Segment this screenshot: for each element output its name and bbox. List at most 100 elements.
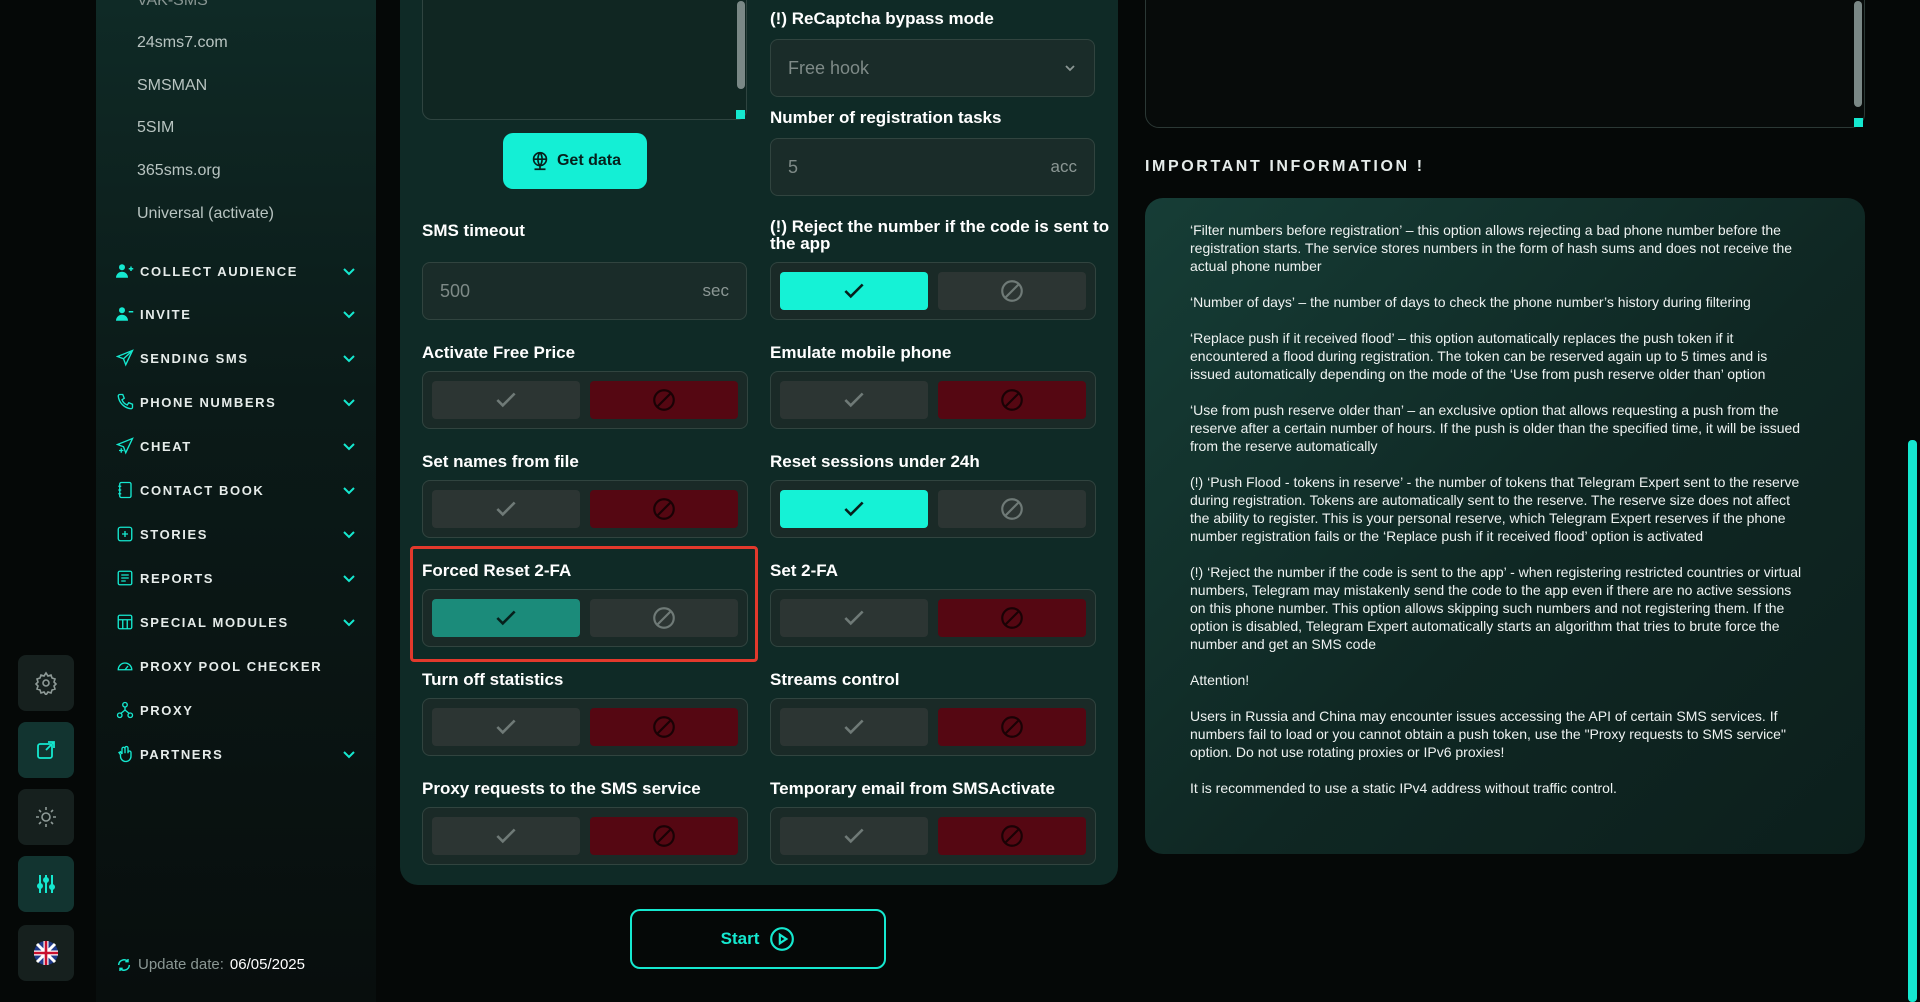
textarea-scrollbar[interactable] — [737, 1, 745, 89]
check-icon — [496, 392, 516, 408]
toggle-yes-button[interactable] — [780, 599, 928, 637]
toggle-yes-button[interactable] — [780, 817, 928, 855]
info-paragraph: ‘Number of days’ – the number of days to… — [1190, 293, 1843, 311]
sidebar-item-special-modules[interactable]: SPECIAL MODULES — [116, 610, 356, 634]
sidebar-item-proxy[interactable]: PROXY — [116, 698, 356, 722]
toggle-yes-button[interactable] — [780, 381, 928, 419]
info-line: ‘Number of days’ – the number of days to… — [1190, 294, 1751, 310]
sidebar-item-label: SPECIAL MODULES — [140, 614, 289, 630]
sidebar-subitem[interactable]: 24sms7.com — [137, 34, 228, 52]
theme-toggle-button[interactable] — [18, 789, 74, 845]
external-link-icon — [37, 741, 55, 759]
important-info-box: ‘Filter numbers before registration’ – t… — [1145, 198, 1865, 854]
recaptcha-select[interactable]: Free hook — [770, 39, 1095, 97]
sidebar-item-sending-sms[interactable]: SENDING SMS — [116, 346, 356, 370]
reject-number-toggle — [770, 262, 1096, 320]
sms-timeout-label: SMS timeout — [422, 221, 525, 240]
toggle-yes-button[interactable] — [780, 708, 928, 746]
get-data-button[interactable]: Get data — [503, 133, 647, 189]
sidebar-item-phone-numbers[interactable]: PHONE NUMBERS — [116, 390, 356, 414]
toggle-switch — [770, 371, 1096, 429]
sidebar-subitem[interactable]: 5SIM — [137, 119, 174, 137]
sms-timeout-input[interactable]: 500 sec — [422, 262, 747, 320]
sidebar-item-reports[interactable]: REPORTS — [116, 566, 356, 590]
chevron-down-icon — [343, 575, 355, 583]
refresh-icon — [117, 958, 131, 971]
info-line: Attention! — [1190, 672, 1250, 688]
toggle-switch — [770, 480, 1096, 538]
ban-icon — [653, 389, 675, 411]
info-paragraph: ‘Use from push reserve older than’ – an … — [1190, 401, 1843, 455]
sidebar-item-proxy-pool-checker[interactable]: PROXY POOL CHECKER — [116, 654, 356, 678]
toggle-label: Temporary email from SMSActivate — [770, 779, 1055, 798]
reject-number-label: (!) Reject the number if the code is sen… — [770, 218, 1110, 252]
reg-tasks-input[interactable]: 5 acc — [770, 138, 1095, 196]
sidebar-item-collect-audience[interactable]: COLLECT AUDIENCE — [116, 259, 356, 283]
sidebar-item-invite[interactable]: INVITE — [116, 302, 356, 326]
settings-button[interactable] — [18, 655, 74, 711]
book-icon — [118, 481, 132, 499]
chevron-down-icon — [343, 487, 355, 495]
toggle-no-button[interactable] — [938, 381, 1086, 419]
chevron-down-icon — [343, 399, 355, 407]
info-line: It is recommended to use a static IPv4 a… — [1190, 780, 1617, 796]
sidebar-item-partners[interactable]: PARTNERS — [116, 742, 356, 766]
sidebar-subitem[interactable]: VAK-SMS — [137, 0, 208, 10]
log-textarea[interactable] — [1145, 0, 1865, 128]
page-scrollbar[interactable] — [1908, 440, 1917, 1002]
info-line: registration starts. The service stores … — [1190, 240, 1793, 256]
resize-handle[interactable] — [1854, 118, 1863, 127]
toggle-no-button[interactable] — [590, 490, 738, 528]
sidebar-item-label: PARTNERS — [140, 746, 224, 762]
open-external-button[interactable] — [18, 722, 74, 778]
toggle-no-button[interactable] — [938, 817, 1086, 855]
toggle-yes-button[interactable] — [432, 490, 580, 528]
toggle-label: Streams control — [770, 670, 900, 689]
toggle-yes-button[interactable] — [432, 381, 580, 419]
send-plus-icon — [116, 437, 134, 455]
info-line: number and get an SMS code — [1190, 636, 1377, 652]
info-line: numbers fail to load or you cannot obtai… — [1190, 726, 1786, 742]
toggle-no-button[interactable] — [590, 817, 738, 855]
sidebar-item-cheat[interactable]: CHEAT — [116, 434, 356, 458]
toggle-no-button[interactable] — [938, 490, 1086, 528]
toggle-no-button[interactable] — [590, 708, 738, 746]
info-paragraph: Attention! — [1190, 671, 1843, 689]
check-icon — [844, 828, 864, 844]
toggle-no-button[interactable] — [938, 708, 1086, 746]
info-line: from the reserve automatically — [1190, 438, 1378, 454]
sidebar-item-label: REPORTS — [140, 570, 215, 586]
chevron-down-icon — [343, 355, 355, 363]
check-icon — [844, 610, 864, 626]
resize-handle[interactable] — [736, 110, 745, 119]
sidebar-subitem[interactable]: Universal (activate) — [137, 205, 274, 223]
uk-flag-icon — [34, 941, 58, 965]
toggle-yes-button[interactable] — [432, 817, 580, 855]
toggle-label: Proxy requests to the SMS service — [422, 779, 701, 798]
check-icon — [496, 828, 516, 844]
toggle-yes-button[interactable] — [780, 490, 928, 528]
play-circle-icon — [770, 927, 795, 951]
numbers-textarea[interactable] — [422, 0, 747, 120]
sidebar-item-stories[interactable]: STORIES — [116, 522, 356, 546]
info-line: the ability to register. This is your pe… — [1190, 510, 1786, 526]
report-icon — [117, 570, 133, 586]
ban-icon — [1001, 498, 1023, 520]
toggle-yes-button[interactable] — [432, 708, 580, 746]
chevron-down-icon — [1065, 65, 1075, 72]
filters-button[interactable] — [18, 856, 74, 912]
toggle-no-button[interactable] — [590, 381, 738, 419]
toggle-yes-button[interactable] — [780, 272, 928, 310]
get-data-label: Get data — [556, 152, 621, 169]
ban-icon — [1001, 389, 1023, 411]
toggle-no-button[interactable] — [938, 599, 1086, 637]
sidebar-subitem[interactable]: 365sms.org — [137, 162, 221, 180]
log-scrollbar[interactable] — [1854, 1, 1862, 107]
toggle-switch — [770, 698, 1096, 756]
toggle-no-button[interactable] — [938, 272, 1086, 310]
sidebar-item-contact-book[interactable]: CONTACT BOOK — [116, 478, 356, 502]
toggle-label: Activate Free Price — [422, 343, 576, 362]
sidebar-subitem[interactable]: SMSMAN — [137, 77, 207, 95]
start-button[interactable]: Start — [630, 909, 886, 969]
language-button[interactable] — [18, 925, 74, 981]
